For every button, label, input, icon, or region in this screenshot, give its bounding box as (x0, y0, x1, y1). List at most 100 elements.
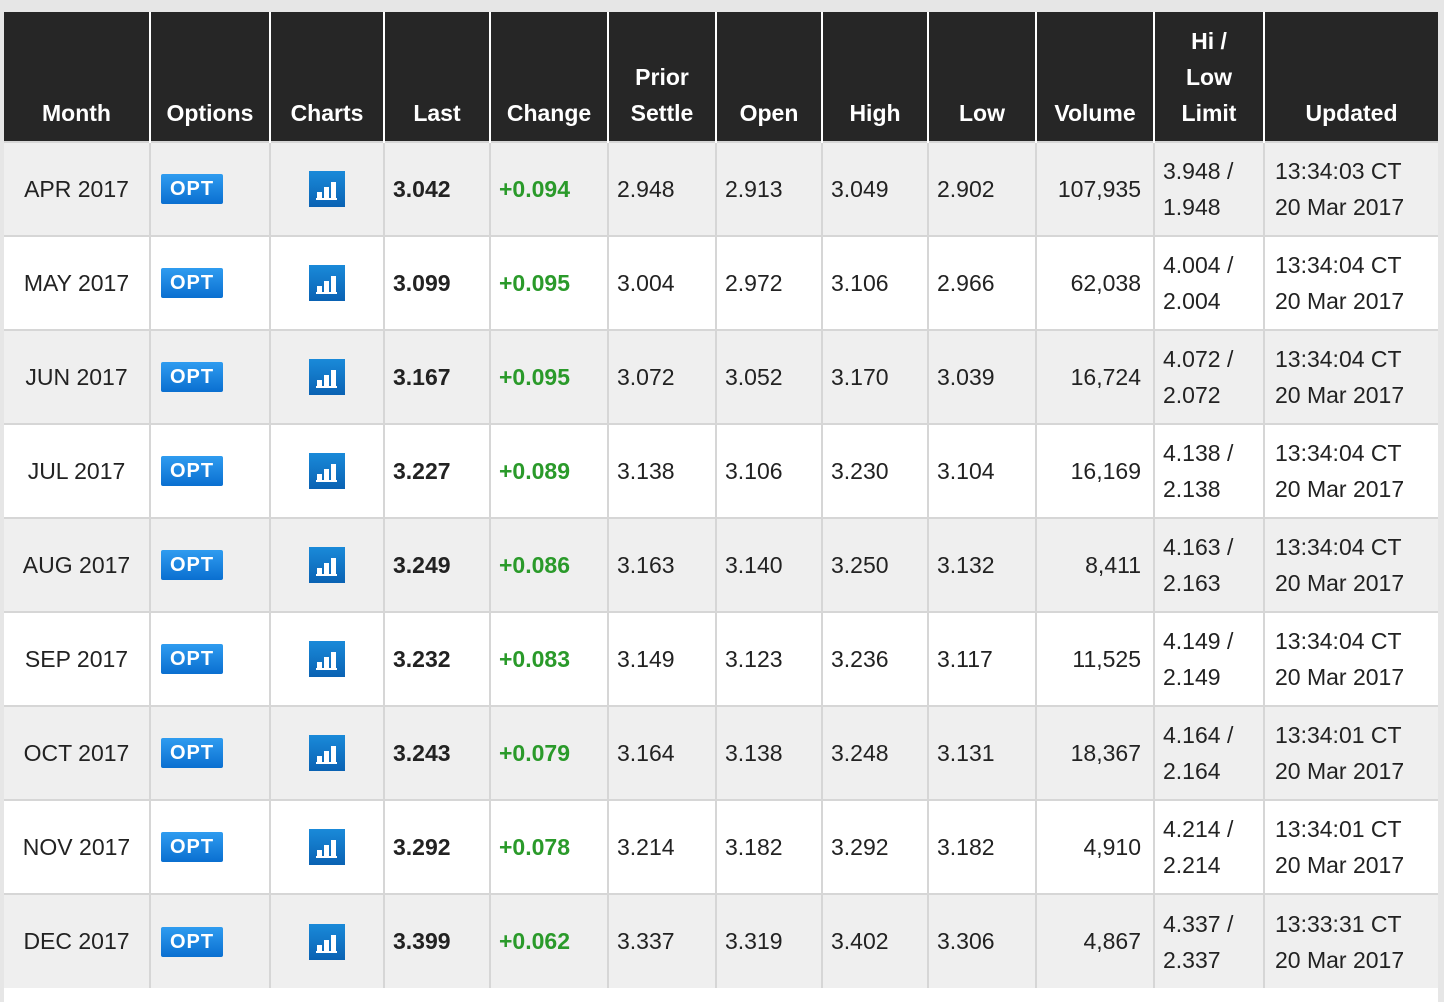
cell-change: +0.079 (489, 705, 608, 800)
cell-high: 3.248 (821, 705, 928, 800)
cell-prior-settle: 3.138 (607, 423, 716, 518)
cell-low: 3.104 (927, 423, 1036, 518)
cell-high: 3.170 (821, 329, 928, 424)
cell-charts (269, 423, 384, 518)
opt-button[interactable]: OPT (161, 738, 223, 768)
opt-button[interactable]: OPT (161, 362, 223, 392)
bar-chart-icon[interactable] (309, 453, 345, 489)
table-row: AUG 2017 OPT 3.249 +0.086 3.163 3.140 3.250 3.1… (4, 517, 1438, 612)
cell-charts (269, 141, 384, 236)
updated-date: 20 Mar 2017 (1275, 758, 1405, 784)
table-row: NOV 2017 OPT 3.292 +0.078 3.214 3.182 3.292 3.1… (4, 799, 1438, 894)
cell-options: OPT (149, 517, 270, 612)
cell-updated: 13:34:04 CT 20 Mar 2017 (1263, 517, 1438, 612)
cell-volume: 18,367 (1035, 705, 1154, 800)
cell-charts (269, 611, 384, 706)
updated-time: 13:34:01 CT (1275, 722, 1402, 748)
cell-charts (269, 799, 384, 894)
cell-volume: 16,724 (1035, 329, 1154, 424)
low-limit: 2.337 (1163, 946, 1221, 973)
cell-volume: 107,935 (1035, 141, 1154, 236)
bar-chart-icon[interactable] (309, 923, 345, 960)
header-change[interactable]: Change (489, 12, 608, 142)
opt-button[interactable]: OPT (161, 644, 223, 674)
header-open[interactable]: Open (715, 12, 822, 142)
cell-hi-low-limit: 4.149 / 2.149 (1153, 611, 1264, 706)
cell-updated: 13:34:03 CT 20 Mar 2017 (1263, 141, 1438, 236)
cell-options: OPT (149, 611, 270, 706)
updated-date: 20 Mar 2017 (1275, 288, 1405, 314)
cell-updated: 13:34:04 CT 20 Mar 2017 (1263, 611, 1438, 706)
cell-last: 3.292 (383, 799, 490, 894)
cell-prior-settle: 2.948 (607, 141, 716, 236)
header-prior-settle[interactable]: Prior Settle (607, 12, 716, 142)
cell-month[interactable]: JUL 2017 (4, 423, 150, 518)
cell-month[interactable]: APR 2017 (4, 141, 150, 236)
opt-button[interactable]: OPT (161, 550, 223, 580)
header-month[interactable]: Month (4, 12, 150, 142)
cell-high: 3.236 (821, 611, 928, 706)
cell-updated: 13:34:04 CT 20 Mar 2017 (1263, 235, 1438, 330)
cell-prior-settle: 3.163 (607, 517, 716, 612)
cell-month[interactable]: AUG 2017 (4, 517, 150, 612)
cell-hi-low-limit: 4.004 / 2.004 (1153, 235, 1264, 330)
cell-charts (269, 893, 384, 988)
cell-month[interactable]: NOV 2017 (4, 799, 150, 894)
cell-open: 3.106 (715, 423, 822, 518)
cell-low: 3.306 (927, 893, 1036, 988)
bar-chart-icon[interactable] (309, 829, 345, 865)
cell-month[interactable]: JUN 2017 (4, 329, 150, 424)
opt-button[interactable]: OPT (161, 832, 223, 862)
opt-button[interactable]: OPT (161, 926, 223, 957)
bar-chart-icon[interactable] (309, 265, 345, 301)
low-limit: 2.138 (1163, 476, 1221, 502)
updated-time: 13:34:01 CT (1275, 816, 1402, 842)
bar-chart-icon[interactable] (309, 171, 345, 207)
cell-prior-settle: 3.164 (607, 705, 716, 800)
header-high[interactable]: High (821, 12, 928, 142)
opt-button[interactable]: OPT (161, 174, 223, 204)
cell-change: +0.083 (489, 611, 608, 706)
cell-prior-settle: 3.072 (607, 329, 716, 424)
cell-hi-low-limit: 4.337 / 2.337 (1153, 893, 1264, 988)
cell-options: OPT (149, 235, 270, 330)
cell-charts (269, 235, 384, 330)
table-row: APR 2017 OPT 3.042 +0.094 2.948 2.913 3.049 2.9… (4, 141, 1438, 236)
updated-time: 13:34:04 CT (1275, 346, 1402, 372)
updated-time: 13:34:04 CT (1275, 534, 1402, 560)
header-last[interactable]: Last (383, 12, 490, 142)
hi-limit: 4.164 / (1163, 722, 1234, 748)
cell-volume: 62,038 (1035, 235, 1154, 330)
bar-chart-icon[interactable] (309, 735, 345, 771)
header-hi-low-limit: Hi / Low Limit (1153, 12, 1264, 142)
cell-high: 3.292 (821, 799, 928, 894)
cell-updated: 13:33:31 CT 20 Mar 2017 (1263, 893, 1438, 988)
updated-time: 13:34:03 CT (1275, 158, 1402, 184)
cell-open: 3.182 (715, 799, 822, 894)
quotes-table-container: Month Options Charts Last Change Prior Se… (4, 12, 1438, 1002)
cell-month[interactable]: OCT 2017 (4, 705, 150, 800)
cell-open: 2.913 (715, 141, 822, 236)
cell-options: OPT (149, 799, 270, 894)
cell-updated: 13:34:04 CT 20 Mar 2017 (1263, 423, 1438, 518)
opt-button[interactable]: OPT (161, 456, 223, 486)
bar-chart-icon[interactable] (309, 359, 345, 395)
cell-month[interactable]: SEP 2017 (4, 611, 150, 706)
opt-button[interactable]: OPT (161, 268, 223, 298)
cell-open: 3.319 (715, 893, 822, 988)
cell-change: +0.078 (489, 799, 608, 894)
cell-options: OPT (149, 893, 270, 988)
cell-month[interactable]: DEC 2017 (4, 893, 150, 988)
bar-chart-icon[interactable] (309, 641, 345, 677)
cell-month[interactable]: MAY 2017 (4, 235, 150, 330)
hi-limit: 4.138 / (1163, 440, 1234, 466)
cell-volume: 11,525 (1035, 611, 1154, 706)
cell-updated: 13:34:01 CT 20 Mar 2017 (1263, 705, 1438, 800)
header-volume[interactable]: Volume (1035, 12, 1154, 142)
header-updated[interactable]: Updated (1263, 12, 1438, 142)
bar-chart-icon[interactable] (309, 547, 345, 583)
cell-last: 3.042 (383, 141, 490, 236)
header-low[interactable]: Low (927, 12, 1036, 142)
hi-limit: 4.337 / (1163, 910, 1234, 937)
cell-low: 2.966 (927, 235, 1036, 330)
